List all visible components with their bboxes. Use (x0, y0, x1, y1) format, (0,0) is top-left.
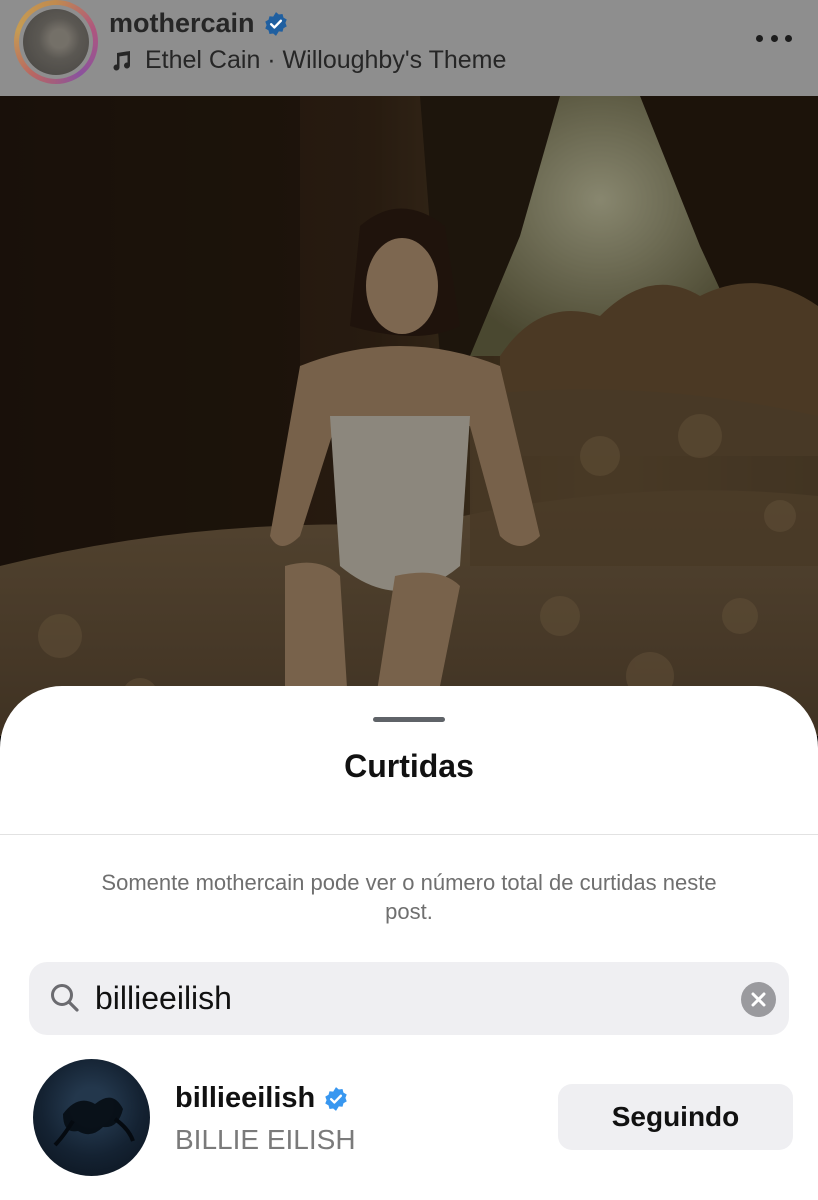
story-ring-avatar[interactable] (14, 0, 98, 84)
avatar[interactable] (33, 1059, 150, 1176)
user-full-name: BILLIE EILISH (175, 1124, 356, 1155)
sheet-grabber[interactable] (373, 717, 445, 722)
divider (0, 834, 818, 835)
clear-icon[interactable] (741, 982, 776, 1017)
music-note-icon (113, 50, 131, 71)
post-audio-label: Ethel Cain · Willoughby's Theme (145, 46, 507, 74)
likes-notice: Somente mothercain pode ver o número tot… (101, 870, 717, 924)
likes-sheet: Curtidas Somente mothercain pode ver o n… (0, 686, 818, 1200)
more-options-icon[interactable] (756, 28, 792, 48)
post-username-label: mothercain (109, 8, 255, 38)
verified-badge-icon (325, 1086, 347, 1111)
post-photo[interactable] (0, 96, 818, 736)
verified-badge-icon (264, 11, 287, 36)
post-header: mothercain Ethel Cain · Willoughby's The… (0, 0, 818, 96)
following-button[interactable]: Seguindo (558, 1084, 793, 1150)
user-username[interactable]: billieeilish (175, 1082, 349, 1115)
user-username-label: billieeilish (175, 1082, 316, 1114)
search-icon (51, 984, 79, 1012)
post-photo-illustration (0, 96, 818, 736)
avatar (23, 9, 89, 75)
search-bar[interactable] (29, 962, 789, 1035)
post-username[interactable]: mothercain (109, 8, 289, 39)
list-item[interactable]: billieeilish BILLIE EILISH Seguindo (0, 1056, 818, 1186)
sheet-title: Curtidas (344, 748, 474, 784)
search-input[interactable] (95, 972, 715, 1025)
post-audio-link[interactable]: Ethel Cain · Willoughby's Theme (109, 46, 506, 75)
